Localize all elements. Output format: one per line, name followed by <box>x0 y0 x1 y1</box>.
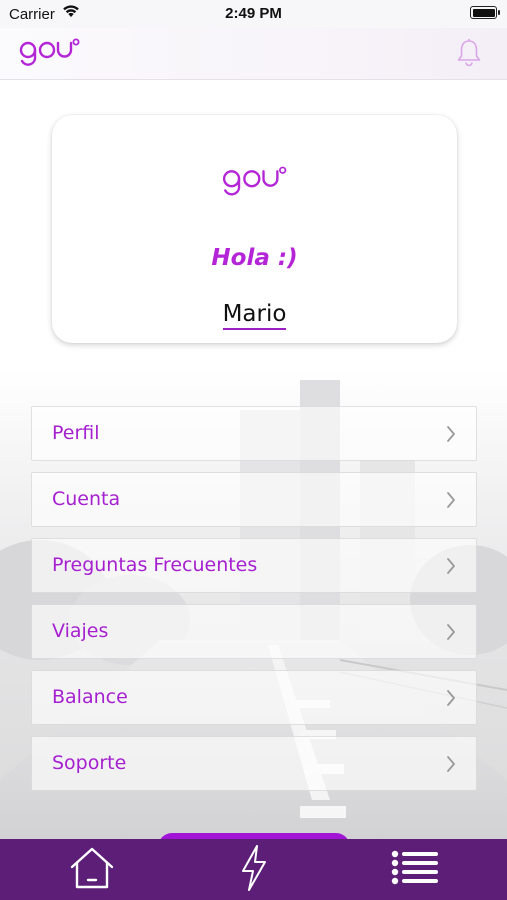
menu-item-preguntas-frecuentes[interactable]: Preguntas Frecuentes <box>31 538 477 593</box>
app-header <box>0 28 507 80</box>
gou-logo[interactable] <box>19 38 81 74</box>
chevron-right-icon <box>446 689 456 711</box>
menu-item-label: Perfil <box>52 422 100 444</box>
battery-icon <box>470 6 500 19</box>
bottom-tab-bar <box>0 839 507 900</box>
menu-item-perfil[interactable]: Perfil <box>31 406 477 461</box>
menu-item-soporte[interactable]: Soporte <box>31 736 477 791</box>
user-name-text: Mario <box>222 301 287 330</box>
user-name: Mario <box>52 301 457 330</box>
menu-item-label: Preguntas Frecuentes <box>52 554 258 576</box>
chevron-right-icon <box>446 755 456 777</box>
menu-item-label: Soporte <box>52 752 127 774</box>
menu-item-balance[interactable]: Balance <box>31 670 477 725</box>
tab-lightning[interactable] <box>194 839 314 900</box>
greeting-text: Hola :) <box>211 245 298 271</box>
greeting-card: Hola :) Mario <box>52 115 457 343</box>
menu-item-viajes[interactable]: Viajes <box>31 604 477 659</box>
tab-home[interactable] <box>32 839 152 900</box>
lightning-icon <box>238 844 270 896</box>
chevron-right-icon <box>446 425 456 447</box>
menu-item-label: Viajes <box>52 620 109 642</box>
status-time: 2:49 PM <box>225 5 282 22</box>
bell-icon[interactable] <box>455 38 483 72</box>
chevron-right-icon <box>446 557 456 579</box>
home-icon <box>68 846 116 894</box>
chevron-right-icon <box>446 491 456 513</box>
tab-menu[interactable] <box>356 839 476 900</box>
menu-item-label: Cuenta <box>52 488 121 510</box>
menu-item-label: Balance <box>52 686 128 708</box>
list-menu-icon <box>391 850 441 890</box>
gou-logo <box>222 165 288 205</box>
chevron-right-icon <box>446 623 456 645</box>
menu-item-cuenta[interactable]: Cuenta <box>31 472 477 527</box>
status-bar: Carrier 2:49 PM <box>0 0 507 28</box>
